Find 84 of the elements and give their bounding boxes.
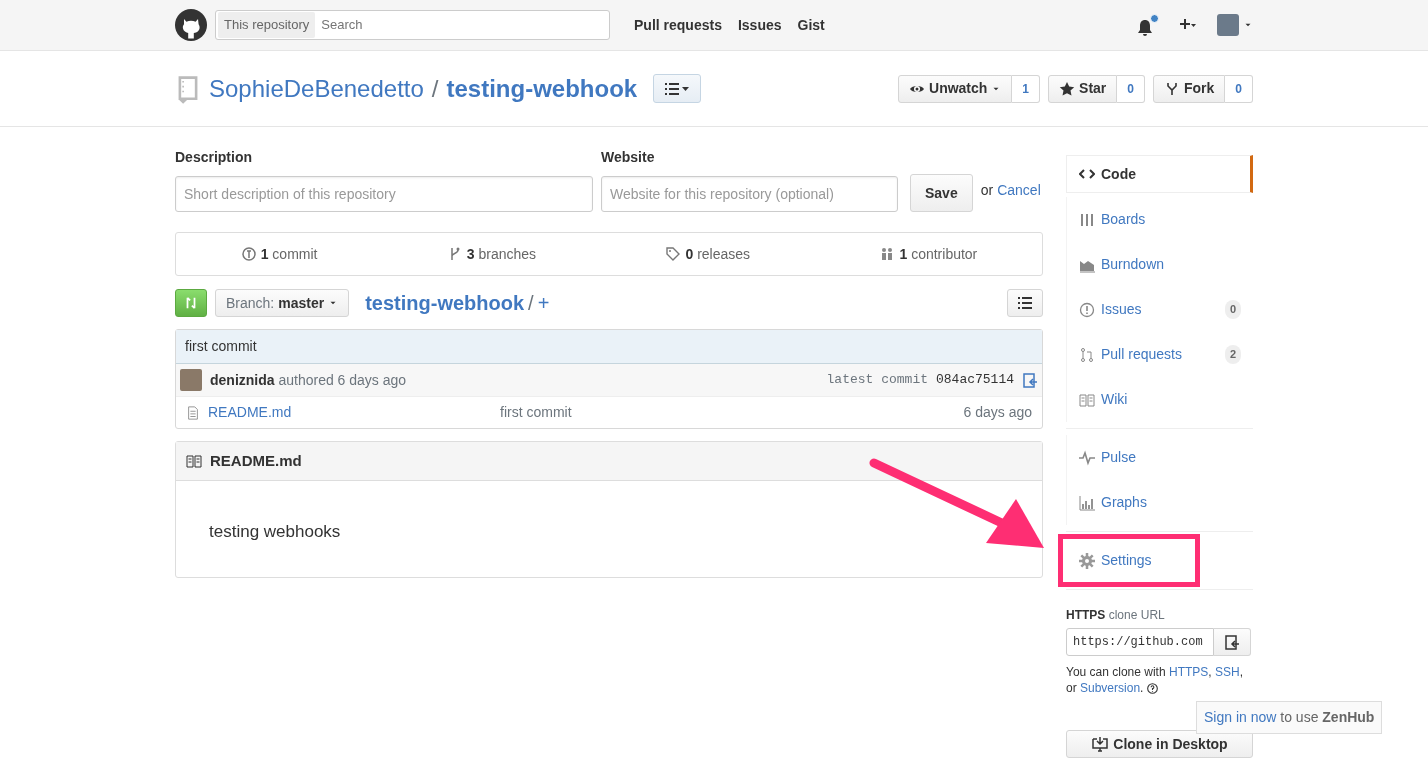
repo-menu-button[interactable] bbox=[653, 74, 702, 103]
monitor-download-icon bbox=[1091, 736, 1110, 752]
counter-badge: 2 bbox=[1224, 345, 1241, 364]
book-icon bbox=[186, 453, 202, 469]
book-icon bbox=[1079, 391, 1095, 408]
commit-author: deniznida authored 6 days ago bbox=[210, 370, 407, 390]
bar-chart-icon bbox=[1079, 494, 1095, 511]
zenhub-text: ZenHub bbox=[1322, 709, 1375, 725]
file-commit-message[interactable]: first commit bbox=[500, 402, 572, 423]
fork-count[interactable]: 0 bbox=[1225, 74, 1253, 103]
nav-link[interactable]: Pull requests bbox=[634, 14, 722, 36]
star-button[interactable]: Star bbox=[1048, 74, 1118, 103]
stat-link[interactable]: 3 branches bbox=[466, 243, 537, 265]
alert-icon bbox=[1079, 301, 1095, 318]
readme-text: testing webhooks bbox=[209, 521, 342, 543]
search-scope[interactable]: This repository bbox=[218, 12, 316, 38]
search-field[interactable]: This repository Search bbox=[215, 10, 610, 40]
field-label: Website bbox=[601, 148, 656, 167]
or-text: or bbox=[980, 181, 994, 200]
pull-request-icon bbox=[1079, 346, 1095, 363]
watch-button[interactable]: Unwatch bbox=[898, 74, 1013, 103]
sidebar-item[interactable]: Wiki bbox=[1066, 377, 1253, 422]
clone-url-field[interactable]: https://github.com bbox=[1066, 628, 1214, 656]
branch-select-button[interactable]: Branch: master bbox=[215, 289, 350, 317]
sign-in-link[interactable]: Sign in now bbox=[1204, 709, 1277, 725]
save-button[interactable]: Save bbox=[910, 174, 973, 212]
commit-sha-link[interactable]: 084ac75114 bbox=[936, 370, 1014, 390]
clone-help-text: You can clone with HTTPS, SSH, or Subversion. bbox=[1066, 664, 1244, 696]
latest-commit-label: latest commit bbox=[826, 371, 928, 390]
stat-link[interactable]: 1 contributor bbox=[899, 243, 978, 265]
file-link[interactable]: README.md bbox=[208, 402, 500, 423]
readme-title: README.md bbox=[210, 450, 302, 471]
avatar-menu[interactable] bbox=[1217, 14, 1253, 36]
description-field[interactable]: Short description of this repository bbox=[175, 176, 593, 212]
tooltip-text: to use bbox=[1279, 709, 1320, 725]
cat-logo[interactable] bbox=[175, 9, 207, 41]
list-icon bbox=[1018, 297, 1032, 309]
clipboard-icon bbox=[1224, 634, 1240, 650]
sidebar-item[interactable]: Pull requests 2 bbox=[1066, 332, 1253, 377]
gear-icon bbox=[1079, 552, 1095, 569]
stat-link[interactable]: 0 releases bbox=[685, 243, 751, 265]
nav-link[interactable]: Issues bbox=[737, 14, 782, 36]
repo-owner-link[interactable]: SophieDeBenedetto bbox=[209, 70, 424, 107]
help-icon[interactable] bbox=[1146, 683, 1158, 695]
avatar bbox=[180, 369, 202, 391]
columns-icon bbox=[1079, 211, 1095, 228]
commit-icon bbox=[240, 246, 257, 262]
copy-button[interactable] bbox=[1214, 628, 1251, 656]
stat-link[interactable]: 1 commit bbox=[260, 243, 318, 265]
file-age: 6 days ago bbox=[963, 403, 1032, 422]
commit-message[interactable]: first commit bbox=[176, 330, 1042, 364]
repo-root-link[interactable]: testing-webhook bbox=[365, 288, 525, 318]
path-separator: / bbox=[528, 291, 534, 316]
sidebar-item[interactable]: Code bbox=[1066, 155, 1253, 193]
clone-desktop-button[interactable]: Clone in Desktop bbox=[1066, 730, 1253, 758]
tag-icon bbox=[665, 246, 682, 262]
compare-button[interactable] bbox=[175, 289, 207, 317]
cancel-link[interactable]: Cancel bbox=[997, 180, 1041, 201]
file-icon bbox=[186, 404, 200, 421]
clone-url-label: HTTPS clone URL bbox=[1066, 607, 1166, 624]
star-count[interactable]: 0 bbox=[1117, 74, 1145, 103]
clipboard-icon[interactable] bbox=[1022, 372, 1038, 388]
watch-count[interactable]: 1 bbox=[1012, 74, 1041, 103]
sidebar-item[interactable]: Pulse bbox=[1066, 435, 1253, 480]
list-view-button[interactable] bbox=[1007, 289, 1043, 317]
bell-icon[interactable] bbox=[1137, 13, 1159, 37]
field-label: Description bbox=[175, 148, 253, 167]
add-file-link[interactable]: + bbox=[537, 288, 550, 318]
website-field[interactable]: Website for this repository (optional) bbox=[601, 176, 898, 212]
sidebar-item[interactable]: Settings bbox=[1062, 538, 1196, 583]
fork-button[interactable]: Fork bbox=[1152, 74, 1226, 103]
sidebar-item[interactable]: Boards bbox=[1066, 197, 1253, 242]
sidebar-item[interactable]: Issues 0 bbox=[1066, 287, 1253, 332]
list-caret-icon bbox=[664, 81, 691, 96]
clone-protocol-link[interactable]: SSH bbox=[1215, 665, 1240, 679]
repo-name-link[interactable]: testing-webhook bbox=[446, 70, 638, 107]
sidebar-item[interactable]: Graphs bbox=[1066, 480, 1253, 525]
counter-badge: 0 bbox=[1224, 300, 1241, 319]
sidebar-item[interactable]: Burndown bbox=[1066, 242, 1253, 287]
nav-link[interactable]: Gist bbox=[797, 14, 825, 36]
star-icon bbox=[1059, 80, 1076, 97]
compare-icon bbox=[184, 296, 198, 310]
path-separator: / bbox=[431, 73, 439, 104]
pulse-icon bbox=[1079, 449, 1095, 466]
